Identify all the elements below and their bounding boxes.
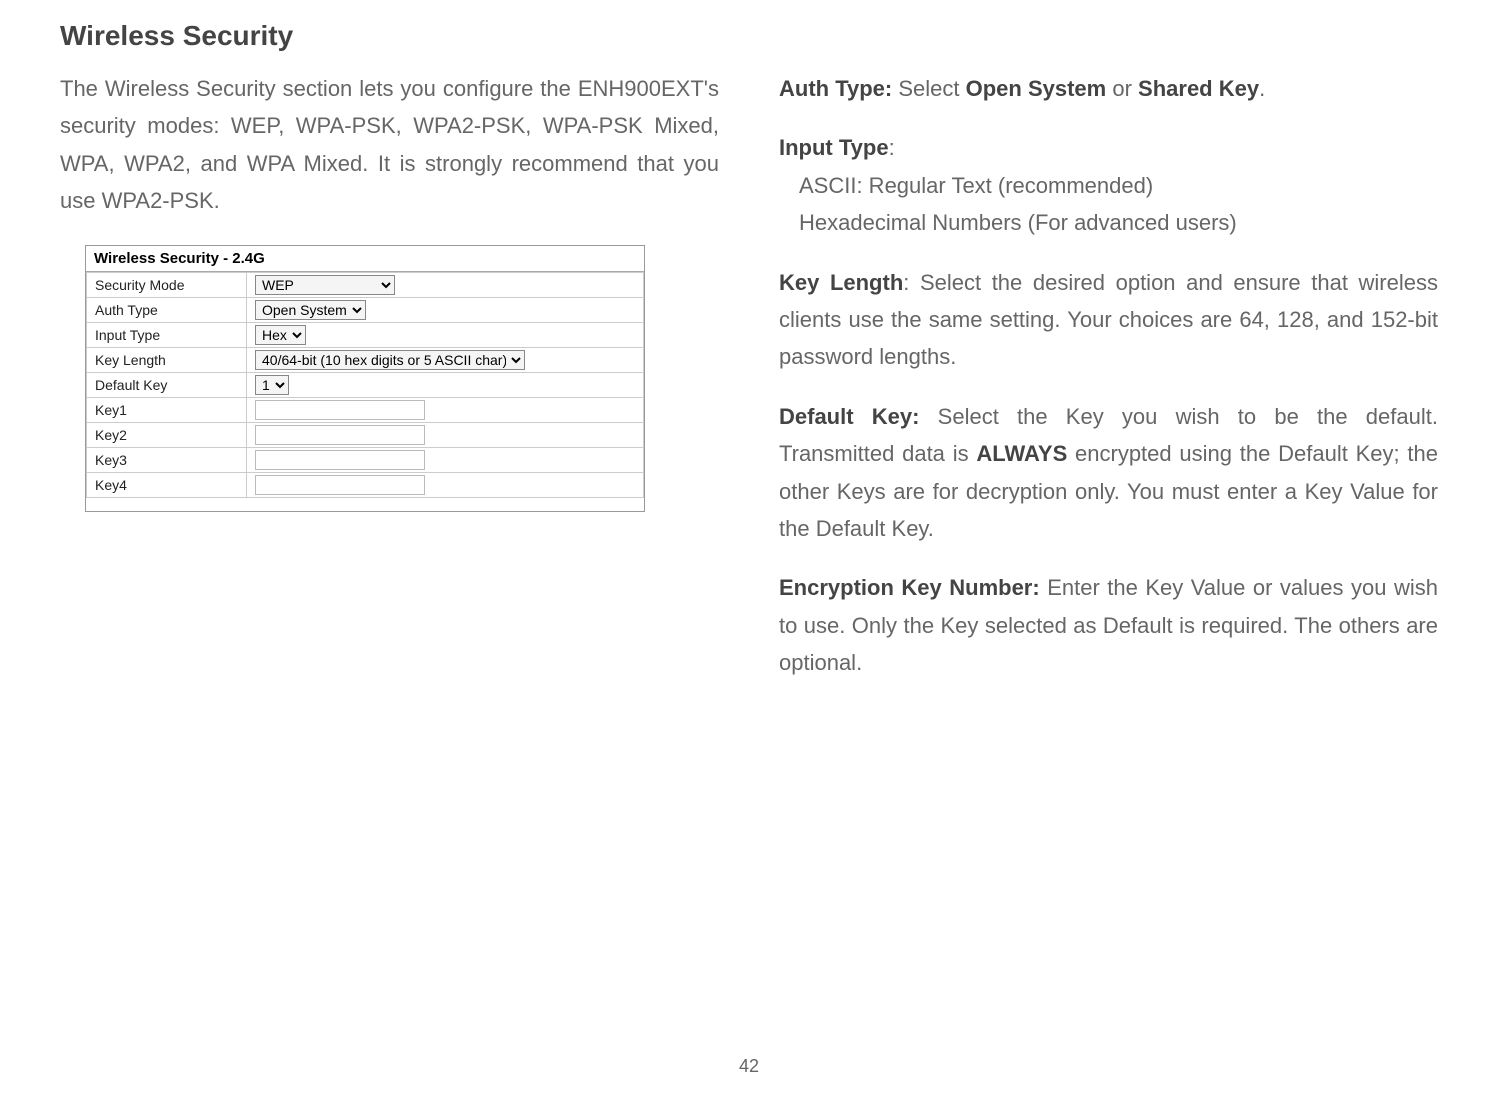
encryption-key-heading: Encryption Key Number: <box>779 575 1047 600</box>
auth-type-period: . <box>1259 76 1265 101</box>
key3-input[interactable] <box>255 450 425 470</box>
config-table: Security Mode WEP Auth Type Open System <box>86 272 644 512</box>
label-key4: Key4 <box>87 472 247 497</box>
label-key1: Key1 <box>87 397 247 422</box>
lead-paragraph: The Wireless Security section lets you c… <box>60 70 719 220</box>
page-title: Wireless Security <box>60 20 1438 52</box>
panel-header: Wireless Security - 2.4G <box>86 246 644 272</box>
auth-type-paragraph: Auth Type: Select Open System or Shared … <box>779 70 1438 107</box>
default-key-paragraph: Default Key: Select the Key you wish to … <box>779 398 1438 548</box>
shared-key-term: Shared Key <box>1138 76 1259 101</box>
row-security-mode: Security Mode WEP <box>87 272 644 297</box>
input-type-block: Input Type: ASCII: Regular Text (recomme… <box>779 129 1438 241</box>
input-type-ascii: ASCII: Regular Text (recommended) <box>779 167 1438 204</box>
wireless-security-panel: Wireless Security - 2.4G Security Mode W… <box>85 245 645 513</box>
row-key-length: Key Length 40/64-bit (10 hex digits or 5… <box>87 347 644 372</box>
left-column: The Wireless Security section lets you c… <box>60 70 719 703</box>
auth-type-or: or <box>1106 76 1138 101</box>
input-type-select[interactable]: Hex <box>255 325 306 345</box>
key-length-select[interactable]: 40/64-bit (10 hex digits or 5 ASCII char… <box>255 350 525 370</box>
row-input-type: Input Type Hex <box>87 322 644 347</box>
encryption-key-paragraph: Encryption Key Number: Enter the Key Val… <box>779 569 1438 681</box>
label-default-key: Default Key <box>87 372 247 397</box>
input-type-hex: Hexadecimal Numbers (For advanced users) <box>779 204 1438 241</box>
label-key2: Key2 <box>87 422 247 447</box>
right-column: Auth Type: Select Open System or Shared … <box>779 70 1438 703</box>
label-key-length: Key Length <box>87 347 247 372</box>
row-default-key: Default Key 1 <box>87 372 644 397</box>
key4-input[interactable] <box>255 475 425 495</box>
page-number: 42 <box>739 1056 759 1077</box>
row-key1: Key1 <box>87 397 644 422</box>
always-term: ALWAYS <box>976 441 1067 466</box>
auth-type-text: Select <box>898 76 965 101</box>
row-auth-type: Auth Type Open System <box>87 297 644 322</box>
input-type-colon: : <box>889 135 895 160</box>
row-key2: Key2 <box>87 422 644 447</box>
security-mode-select[interactable]: WEP <box>255 275 395 295</box>
input-type-heading: Input Type <box>779 135 889 160</box>
auth-type-heading: Auth Type: <box>779 76 898 101</box>
row-key3: Key3 <box>87 447 644 472</box>
default-key-select[interactable]: 1 <box>255 375 289 395</box>
key2-input[interactable] <box>255 425 425 445</box>
key-length-paragraph: Key Length: Select the desired option an… <box>779 264 1438 376</box>
content-columns: The Wireless Security section lets you c… <box>60 70 1438 703</box>
key-length-heading: Key Length <box>779 270 903 295</box>
label-security-mode: Security Mode <box>87 272 247 297</box>
label-auth-type: Auth Type <box>87 297 247 322</box>
label-key3: Key3 <box>87 447 247 472</box>
row-key4: Key4 <box>87 472 644 497</box>
open-system-term: Open System <box>966 76 1107 101</box>
default-key-heading: Default Key: <box>779 404 938 429</box>
label-input-type: Input Type <box>87 322 247 347</box>
key1-input[interactable] <box>255 400 425 420</box>
auth-type-select[interactable]: Open System <box>255 300 366 320</box>
